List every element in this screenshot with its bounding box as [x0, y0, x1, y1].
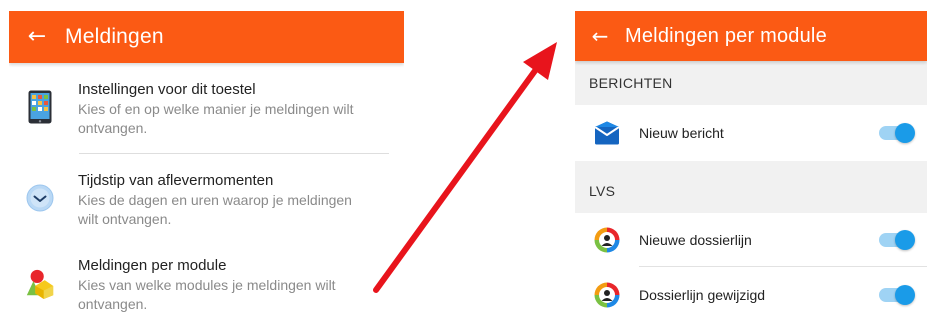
- settings-item-description: Kies de dagen en uren waarop je meldinge…: [78, 192, 352, 227]
- settings-item-description: Kies of en op welke manier je meldingen …: [78, 101, 354, 136]
- app-bar: ← Meldingen per module: [575, 11, 927, 61]
- student-file-icon: [593, 281, 621, 309]
- settings-item-title: Instellingen voor dit toestel: [78, 81, 256, 98]
- settings-item-description: Kies van welke modules je meldingen wilt…: [78, 277, 336, 312]
- notifications-per-module-screen: ← Meldingen per module BERICHTEN Nieuw b…: [575, 11, 927, 313]
- module-row-file-line-changed[interactable]: Dossierlijn gewijzigd: [575, 267, 927, 313]
- arrow-left-icon: ←: [591, 24, 609, 48]
- back-button[interactable]: ←: [575, 26, 625, 46]
- notifications-screen: ← Meldingen Instellingen voor dit toeste…: [9, 11, 404, 313]
- section-header-lvs: LVS: [575, 161, 927, 213]
- settings-item-title: Meldingen per module: [78, 257, 227, 274]
- settings-item-device[interactable]: Instellingen voor dit toestel Kies of en…: [9, 63, 404, 138]
- module-label: Dossierlijn gewijzigd: [639, 287, 766, 303]
- page-title: Meldingen per module: [625, 24, 827, 47]
- page-title: Meldingen: [65, 25, 164, 48]
- toggle-switch[interactable]: [879, 123, 915, 143]
- tablet-icon: [24, 89, 56, 125]
- back-button[interactable]: ←: [9, 26, 65, 48]
- shapes-icon: [24, 265, 56, 301]
- settings-item-per-module[interactable]: Meldingen per module Kies van welke modu…: [9, 229, 404, 313]
- toggle-switch[interactable]: [879, 285, 915, 305]
- module-label: Nieuw bericht: [639, 125, 724, 141]
- clock-icon: [24, 180, 56, 216]
- settings-item-title: Tijdstip van aflevermomenten: [78, 172, 274, 189]
- arrow-left-icon: ←: [27, 24, 47, 49]
- module-row-new-message[interactable]: Nieuw bericht: [575, 105, 927, 161]
- settings-item-delivery-times[interactable]: Tijdstip van aflevermomenten Kies de dag…: [9, 154, 404, 229]
- section-header-berichten: BERICHTEN: [575, 61, 927, 105]
- envelope-icon: [593, 119, 621, 147]
- student-file-icon: [593, 226, 621, 254]
- app-bar: ← Meldingen: [9, 11, 404, 63]
- module-row-new-file-line[interactable]: Nieuwe dossierlijn: [575, 213, 927, 266]
- module-label: Nieuwe dossierlijn: [639, 231, 752, 248]
- toggle-switch[interactable]: [879, 229, 915, 250]
